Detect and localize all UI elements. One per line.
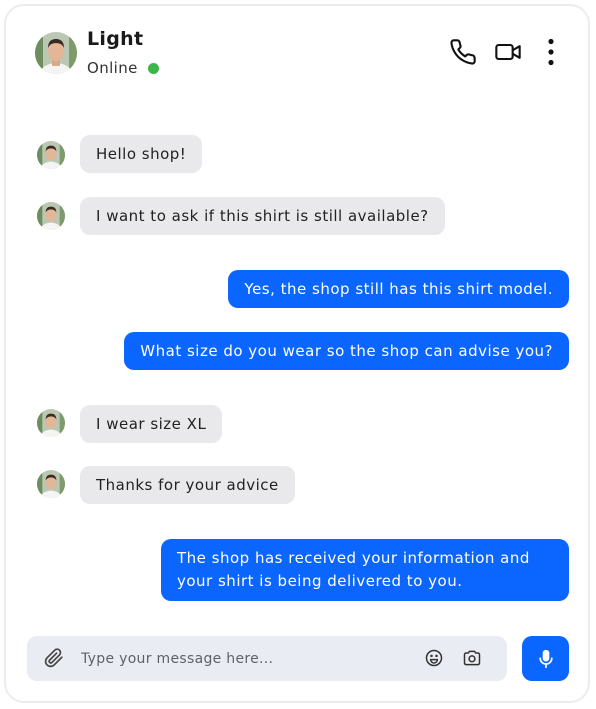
message-text: Hello shop! <box>96 145 187 163</box>
phone-icon[interactable] <box>449 38 477 66</box>
message-text: Yes, the shop still has this shirt model… <box>244 280 553 298</box>
voice-message-button[interactable] <box>522 636 569 681</box>
message-text: What size do you wear so the shop can ad… <box>140 342 553 360</box>
outgoing-message: Yes, the shop still has this shirt model… <box>228 270 569 308</box>
camera-icon[interactable] <box>462 648 482 668</box>
sender-avatar <box>37 202 65 230</box>
message-text: Thanks for your advice <box>96 476 279 494</box>
contact-avatar[interactable] <box>35 32 77 74</box>
video-camera-icon[interactable] <box>494 38 522 66</box>
microphone-icon <box>539 649 553 669</box>
message-text: I want to ask if this shirt is still ava… <box>96 207 429 225</box>
message-input[interactable] <box>81 636 401 681</box>
contact-name: Light <box>87 28 144 50</box>
sender-avatar <box>37 141 65 169</box>
message-composer <box>27 636 507 681</box>
incoming-message: I wear size XL <box>80 405 223 443</box>
online-status-dot <box>148 63 159 74</box>
incoming-message: Hello shop! <box>80 135 203 173</box>
incoming-message: Thanks for your advice <box>80 466 295 504</box>
paperclip-icon[interactable] <box>44 648 64 668</box>
sender-avatar <box>37 409 65 437</box>
contact-status: Online <box>87 59 138 77</box>
more-vertical-icon[interactable] <box>537 38 565 66</box>
message-text: I wear size XL <box>96 415 207 433</box>
outgoing-message: What size do you wear so the shop can ad… <box>124 332 569 370</box>
sender-avatar <box>37 470 65 498</box>
message-text: The shop has received your information a… <box>177 549 530 590</box>
emoji-icon[interactable] <box>424 648 444 668</box>
incoming-message: I want to ask if this shirt is still ava… <box>80 197 445 235</box>
outgoing-message: The shop has received your information a… <box>161 539 569 601</box>
